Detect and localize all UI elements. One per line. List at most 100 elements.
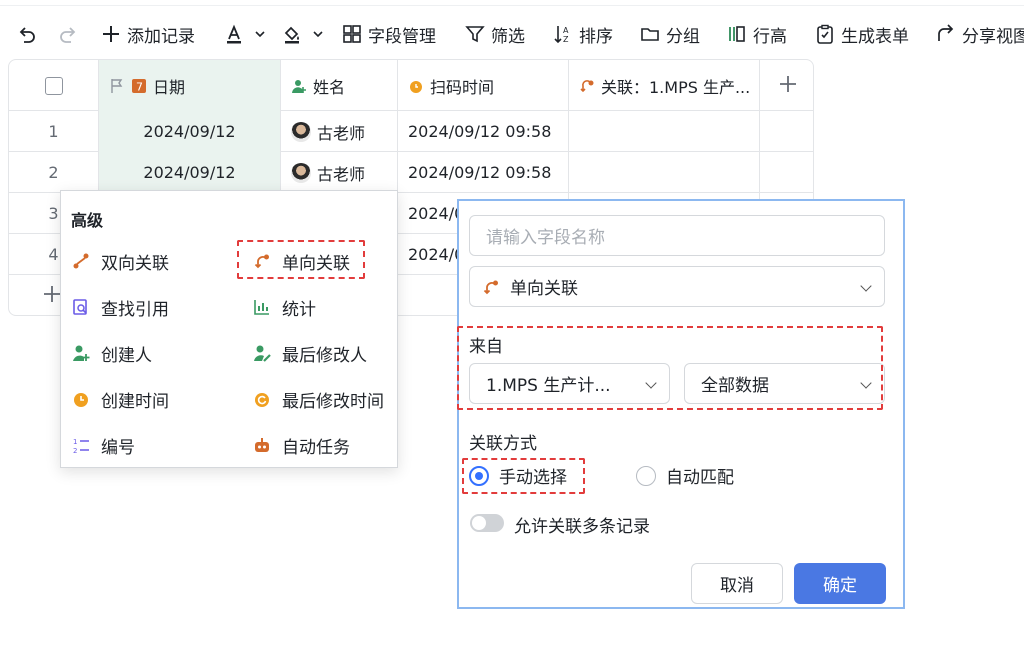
row-height-icon: [727, 24, 747, 44]
undo-button[interactable]: [17, 22, 37, 46]
bidirectional-link-icon: [71, 251, 91, 271]
menu-title: 高级: [71, 211, 104, 230]
link-arrow-icon: [482, 278, 500, 296]
plus-icon: [101, 24, 121, 44]
name-text: 古老师: [317, 123, 366, 143]
allow-multi-toggle[interactable]: [470, 514, 504, 532]
folder-icon: [640, 24, 660, 44]
generate-form-label: 生成表单: [841, 26, 909, 47]
header-date-label: 日期: [153, 77, 186, 97]
radio-unselected-icon[interactable]: [636, 465, 656, 486]
row-height-button[interactable]: 行高: [727, 22, 787, 47]
add-record-button[interactable]: 添加记录: [101, 22, 195, 47]
redo-button[interactable]: [58, 22, 78, 46]
link-cell[interactable]: [569, 152, 760, 193]
radio-auto-match[interactable]: 自动匹配: [636, 463, 734, 488]
date-cell[interactable]: 2024/09/12: [99, 111, 281, 152]
menu-item-label: 最后修改人: [282, 345, 367, 366]
bar-chart-icon: [252, 297, 272, 317]
confirm-button[interactable]: 确定: [794, 563, 886, 604]
field-type-value: 单向关联: [510, 279, 578, 299]
menu-item-auto-task[interactable]: 自动任务: [252, 431, 350, 459]
robot-icon: [252, 435, 272, 455]
numbered-list-icon: 12: [71, 435, 91, 455]
scan-time-cell[interactable]: 2024/09/12 09:58: [398, 111, 569, 152]
chevron-down-icon: [308, 24, 328, 44]
add-column-button[interactable]: [760, 60, 813, 111]
select-all-checkbox[interactable]: [44, 76, 63, 95]
plus-icon: [43, 285, 61, 307]
menu-item-label: 自动任务: [282, 437, 350, 458]
cancel-button[interactable]: 取消: [691, 563, 783, 604]
svg-text:Z: Z: [563, 35, 569, 44]
field-name-input[interactable]: 请输入字段名称: [469, 215, 885, 256]
menu-item-label: 编号: [101, 437, 135, 458]
highlight-from-section: [457, 326, 883, 410]
header-name[interactable]: 姓名: [281, 60, 398, 111]
lookup-icon: [71, 297, 91, 317]
sort-label: 排序: [579, 26, 613, 47]
svg-text:1: 1: [73, 438, 77, 446]
grid-icon: [342, 24, 362, 44]
allow-multi-label: 允许关联多条记录: [514, 517, 650, 537]
row-number: 1: [9, 111, 99, 152]
menu-item-last-modifier[interactable]: 最后修改人: [252, 339, 367, 367]
filter-icon: [465, 24, 485, 44]
person-add-icon: [291, 78, 307, 94]
field-type-select[interactable]: 单向关联: [469, 266, 885, 307]
table-row[interactable]: 1 2024/09/12 古老师 2024/09/12 09:58: [9, 111, 813, 152]
filter-label: 筛选: [491, 26, 525, 47]
menu-item-statistics[interactable]: 统计: [252, 293, 316, 321]
row-number: 2: [9, 152, 99, 193]
person-edit-icon: [252, 343, 272, 363]
field-type-menu: 高级 双向关联 单向关联 查找引用 统计 创建人 最后修改人 创建时间 最后修改…: [60, 190, 398, 468]
menu-item-lookup[interactable]: 查找引用: [71, 293, 169, 321]
svg-text:2: 2: [73, 447, 77, 454]
menu-item-bidirectional-link[interactable]: 双向关联: [71, 247, 169, 275]
toolbar: 添加记录 字段管理 筛选 AZ 排序 分组 行高 生成表单 分享视图: [0, 14, 1024, 54]
share-view-button[interactable]: 分享视图: [936, 22, 1024, 47]
top-divider: [0, 0, 1024, 6]
scan-time-cell[interactable]: 2024/09/12 09:58: [398, 152, 569, 193]
header-link[interactable]: 关联：1.MPS 生产...: [569, 60, 760, 111]
name-cell[interactable]: 古老师: [281, 152, 398, 193]
date-cell[interactable]: 2024/09/12: [99, 152, 281, 193]
name-cell[interactable]: 古老师: [281, 111, 398, 152]
avatar: [291, 162, 311, 183]
table-row[interactable]: 2 2024/09/12 古老师 2024/09/12 09:58: [9, 152, 813, 193]
undo-icon: [17, 24, 37, 44]
field-name-placeholder: 请输入字段名称: [486, 228, 605, 248]
generate-form-button[interactable]: 生成表单: [815, 22, 909, 47]
row-height-label: 行高: [753, 26, 787, 47]
menu-item-creator[interactable]: 创建人: [71, 339, 152, 367]
sort-button[interactable]: AZ 排序: [553, 22, 613, 47]
link-arrow-icon: [579, 78, 595, 94]
text-color-button[interactable]: [224, 22, 270, 46]
menu-item-auto-number[interactable]: 12 编号: [71, 431, 135, 459]
header-scan-time[interactable]: 扫码时间: [398, 60, 569, 111]
sort-icon: AZ: [553, 24, 573, 44]
alarm-clock-icon: [71, 389, 91, 409]
menu-item-last-modified-time[interactable]: 最后修改时间: [252, 385, 384, 413]
fill-color-button[interactable]: [282, 22, 328, 46]
field-manage-button[interactable]: 字段管理: [342, 22, 436, 47]
header-scan-time-label: 扫码时间: [430, 77, 495, 97]
header-name-label: 姓名: [313, 77, 346, 97]
chevron-down-icon: [250, 24, 270, 44]
avatar: [291, 121, 311, 142]
menu-item-label: 创建人: [101, 345, 152, 366]
link-cell[interactable]: [569, 111, 760, 152]
menu-item-label: 统计: [282, 299, 316, 320]
menu-item-created-time[interactable]: 创建时间: [71, 385, 169, 413]
group-button[interactable]: 分组: [640, 22, 700, 47]
name-text: 古老师: [317, 164, 366, 184]
share-icon: [936, 24, 956, 44]
auto-match-label: 自动匹配: [666, 468, 734, 488]
header-date[interactable]: 7 日期: [99, 60, 281, 111]
filter-button[interactable]: 筛选: [465, 22, 525, 47]
select-all-cell[interactable]: [9, 60, 99, 111]
field-manage-label: 字段管理: [368, 26, 436, 47]
menu-item-label: 双向关联: [101, 253, 169, 274]
svg-text:A: A: [563, 26, 569, 35]
chevron-down-icon: [860, 279, 872, 292]
